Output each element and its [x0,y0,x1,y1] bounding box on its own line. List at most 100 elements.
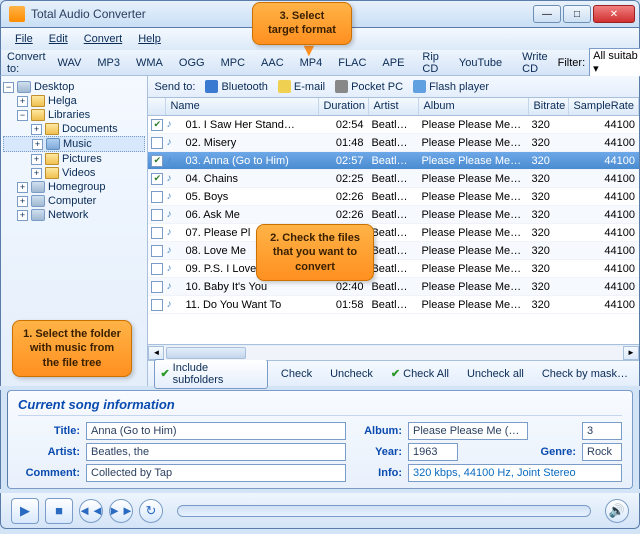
row-checkbox[interactable] [151,209,163,221]
sendto-pocketpc[interactable]: Pocket PC [335,80,403,93]
expand-icon[interactable]: − [3,82,14,93]
col-album[interactable]: Album [419,98,529,115]
sendto-flash[interactable]: Flash player [413,80,489,93]
cell-artist: Beatles… [367,155,417,167]
table-row[interactable]: ♪11. Do You Want To01:58Beatles…Please P… [148,296,639,314]
row-checkbox[interactable] [151,227,163,239]
row-checkbox[interactable] [151,299,163,311]
volume-button[interactable]: 🔊 [605,499,629,523]
title-field[interactable]: Anna (Go to Him) [86,422,346,440]
tree-helga[interactable]: Helga [48,95,77,107]
menu-convert[interactable]: Convert [76,30,131,48]
prev-button[interactable]: ◄◄ [79,499,103,523]
check-all-button[interactable]: ✔Check All [386,365,454,382]
col-duration[interactable]: Duration [319,98,369,115]
format-ape-button[interactable]: APE [375,53,411,73]
col-bitrate[interactable]: Bitrate [529,98,569,115]
expand-icon[interactable]: + [32,139,43,150]
expand-icon[interactable]: + [31,168,42,179]
artist-field[interactable]: Beatles, the [86,443,346,461]
write-cd-button[interactable]: Write CD [514,48,555,78]
tree-music[interactable]: Music [63,138,92,150]
close-button[interactable]: ✕ [593,5,635,23]
col-name[interactable]: Name [166,98,319,115]
expand-icon[interactable]: + [31,154,42,165]
expand-icon[interactable]: + [31,124,42,135]
table-row[interactable]: ♪02. Misery01:48Beatles…Please Please Me… [148,134,639,152]
format-aac-button[interactable]: AAC [254,53,291,73]
rip-cd-button[interactable]: Rip CD [414,48,447,78]
expand-icon[interactable]: − [17,110,28,121]
genre-field[interactable]: Rock [582,443,622,461]
progress-slider[interactable] [177,505,591,517]
format-mp3-button[interactable]: MP3 [90,53,127,73]
tree-documents[interactable]: Documents [62,123,118,135]
next-button[interactable]: ►► [109,499,133,523]
tree-computer[interactable]: Computer [48,195,96,207]
row-checkbox[interactable]: ✔ [151,173,163,185]
uncheck-button[interactable]: Uncheck [325,366,378,382]
row-checkbox[interactable]: ✔ [151,119,163,131]
format-ogg-button[interactable]: OGG [172,53,212,73]
format-wma-button[interactable]: WMA [129,53,170,73]
row-checkbox[interactable]: ✔ [151,155,163,167]
check-button[interactable]: Check [276,366,317,382]
row-checkbox[interactable] [151,281,163,293]
horizontal-scrollbar[interactable]: ◄ ► [148,344,639,360]
year-field[interactable]: 1963 [408,443,458,461]
tree-network[interactable]: Network [48,209,88,221]
table-row[interactable]: ♪09. P.S. I Love You02:04Beatles…Please … [148,260,639,278]
check-by-mask-button[interactable]: Check by mask… [537,366,633,382]
scroll-left-button[interactable]: ◄ [148,346,164,360]
format-mpc-button[interactable]: MPC [214,53,252,73]
stop-button[interactable]: ■ [45,498,73,524]
row-checkbox[interactable] [151,263,163,275]
menu-edit[interactable]: Edit [41,30,76,48]
scroll-thumb[interactable] [166,347,246,359]
scroll-right-button[interactable]: ► [623,346,639,360]
expand-icon[interactable]: + [17,196,28,207]
table-row[interactable]: ♪07. Please Pl02:03Beatles…Please Please… [148,224,639,242]
format-flac-button[interactable]: FLAC [331,53,373,73]
repeat-button[interactable]: ↻ [139,499,163,523]
col-samplerate[interactable]: SampleRate [569,98,639,115]
tree-desktop[interactable]: Desktop [34,81,74,93]
include-subfolders-toggle[interactable]: ✔Include subfolders [154,359,267,389]
table-row[interactable]: ♪08. Love Me02:21Beatles…Please Please M… [148,242,639,260]
tree-homegroup[interactable]: Homegroup [48,181,105,193]
tree-videos[interactable]: Videos [62,167,95,179]
file-list[interactable]: ✔♪01. I Saw Her Stand…02:54Beatles…Pleas… [148,116,639,344]
sendto-email[interactable]: E-mail [278,80,325,93]
youtube-button[interactable]: YouTube [451,54,510,72]
comment-field[interactable]: Collected by Tap [86,464,346,482]
row-checkbox[interactable] [151,191,163,203]
col-artist[interactable]: Artist [369,98,419,115]
sendto-bluetooth[interactable]: Bluetooth [205,80,267,93]
minimize-button[interactable]: — [533,5,561,23]
table-row[interactable]: ♪06. Ask Me02:26Beatles…Please Please Me… [148,206,639,224]
tree-libraries[interactable]: Libraries [48,109,90,121]
tree-pictures[interactable]: Pictures [62,153,102,165]
table-row[interactable]: ♪05. Boys02:26Beatles…Please Please Me …… [148,188,639,206]
table-row[interactable]: ✔♪01. I Saw Her Stand…02:54Beatles…Pleas… [148,116,639,134]
format-wav-button[interactable]: WAV [51,53,89,73]
expand-icon[interactable]: + [17,210,28,221]
table-row[interactable]: ♪10. Baby It's You02:40Beatles…Please Pl… [148,278,639,296]
table-row[interactable]: ✔♪04. Chains02:25Beatles…Please Please M… [148,170,639,188]
row-checkbox[interactable] [151,245,163,257]
table-row[interactable]: ✔♪03. Anna (Go to Him)02:57Beatles…Pleas… [148,152,639,170]
menu-file[interactable]: File [7,30,41,48]
uncheck-all-button[interactable]: Uncheck all [462,366,529,382]
cell-samplerate: 44100 [567,299,639,311]
cell-artist: Beatles… [367,209,417,221]
expand-icon[interactable]: + [17,96,28,107]
album-field[interactable]: Please Please Me (2009 Stereo [408,422,528,440]
expand-icon[interactable]: + [17,182,28,193]
maximize-button[interactable]: □ [563,5,591,23]
cell-album: Please Please Me … [417,137,527,149]
track-field[interactable]: 3 [582,422,622,440]
menu-help[interactable]: Help [130,30,169,48]
row-checkbox[interactable] [151,137,163,149]
play-button[interactable]: ▶ [11,498,39,524]
filter-select[interactable]: All suitab ▾ [589,48,640,77]
